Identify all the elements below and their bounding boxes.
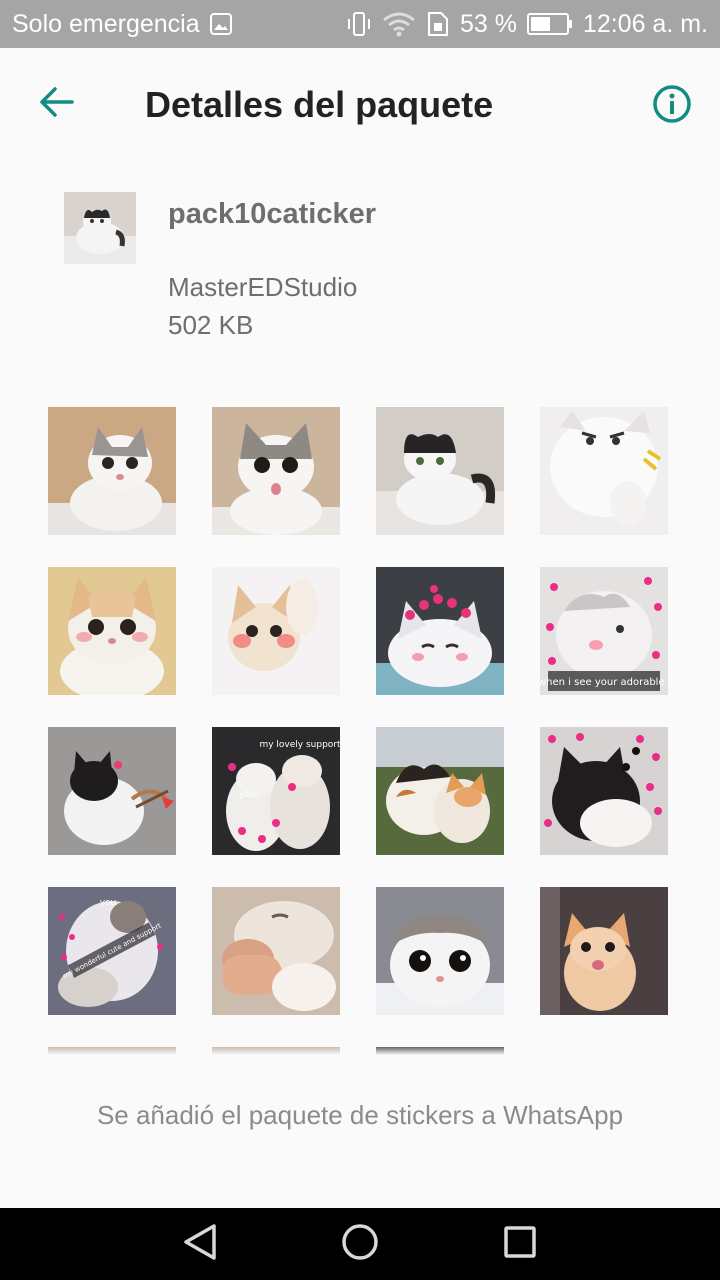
- wifi-icon: [382, 11, 416, 37]
- sticker-item[interactable]: you my wonderful cute and support: [48, 887, 176, 1015]
- back-triangle-icon: [182, 1223, 218, 1266]
- sticker-item[interactable]: [212, 567, 340, 695]
- pack-tray-icon: [64, 192, 136, 264]
- info-icon: [652, 84, 692, 129]
- sticker-item[interactable]: [48, 407, 176, 535]
- app-bar: Detalles del paquete: [0, 48, 720, 160]
- sticker-item-partial[interactable]: [212, 1047, 340, 1055]
- sticker-caption-top: my lovely support: [259, 740, 340, 750]
- pack-added-message: Se añadió el paquete de stickers a Whats…: [96, 1100, 624, 1130]
- sticker-item[interactable]: [212, 887, 340, 1015]
- pack-author: MasterEDStudio: [168, 272, 358, 302]
- back-button[interactable]: [26, 80, 86, 128]
- carrier-text: Solo emergencia: [12, 9, 200, 38]
- sticker-item[interactable]: [540, 727, 668, 855]
- pack-size: 502 KB: [168, 310, 254, 340]
- sticker-item[interactable]: [212, 407, 340, 535]
- vibrate-icon: [346, 11, 372, 37]
- sticker-item[interactable]: [540, 887, 668, 1015]
- pack-name: pack10caticker: [168, 198, 376, 230]
- home-circle-icon: [341, 1223, 379, 1266]
- gallery-icon: [209, 13, 232, 35]
- sticker-item-partial[interactable]: [48, 1047, 176, 1055]
- sticker-caption-top: you: [100, 898, 117, 908]
- sticker-item[interactable]: me when i see your adorable face: [540, 567, 668, 695]
- page-title: Detalles del paquete: [145, 84, 494, 125]
- sticker-item[interactable]: [376, 567, 504, 695]
- sticker-item-partial[interactable]: [376, 1047, 504, 1055]
- battery-percent: 53 %: [459, 9, 517, 38]
- sticker-item[interactable]: [48, 727, 176, 855]
- sticker-item[interactable]: [540, 407, 668, 535]
- battery-icon: [526, 12, 573, 36]
- info-button[interactable]: [648, 82, 696, 130]
- sticker-item[interactable]: [48, 567, 176, 695]
- sticker-item[interactable]: [376, 887, 504, 1015]
- sim-icon: [426, 11, 450, 37]
- recents-square-icon: [503, 1225, 537, 1264]
- arrow-left-icon: [38, 86, 74, 123]
- status-bar: Solo emergencia 53 % 12:06 a. m.: [0, 0, 720, 48]
- sticker-item[interactable]: my lovely support you: [212, 727, 340, 855]
- nav-recents-button[interactable]: [500, 1224, 540, 1264]
- sticker-caption: me when i see your adorable face: [540, 677, 668, 688]
- sticker-caption-bottom: you: [239, 789, 257, 800]
- nav-home-button[interactable]: [340, 1223, 380, 1266]
- sticker-pack-details-screen: Solo emergencia 53 % 12:06 a. m. Detalle…: [0, 0, 720, 1280]
- clock: 12:06 a. m.: [582, 9, 708, 38]
- sticker-item[interactable]: [376, 727, 504, 855]
- sticker-item[interactable]: [376, 407, 504, 535]
- nav-back-button[interactable]: [180, 1223, 220, 1266]
- system-nav-bar: [0, 1208, 720, 1280]
